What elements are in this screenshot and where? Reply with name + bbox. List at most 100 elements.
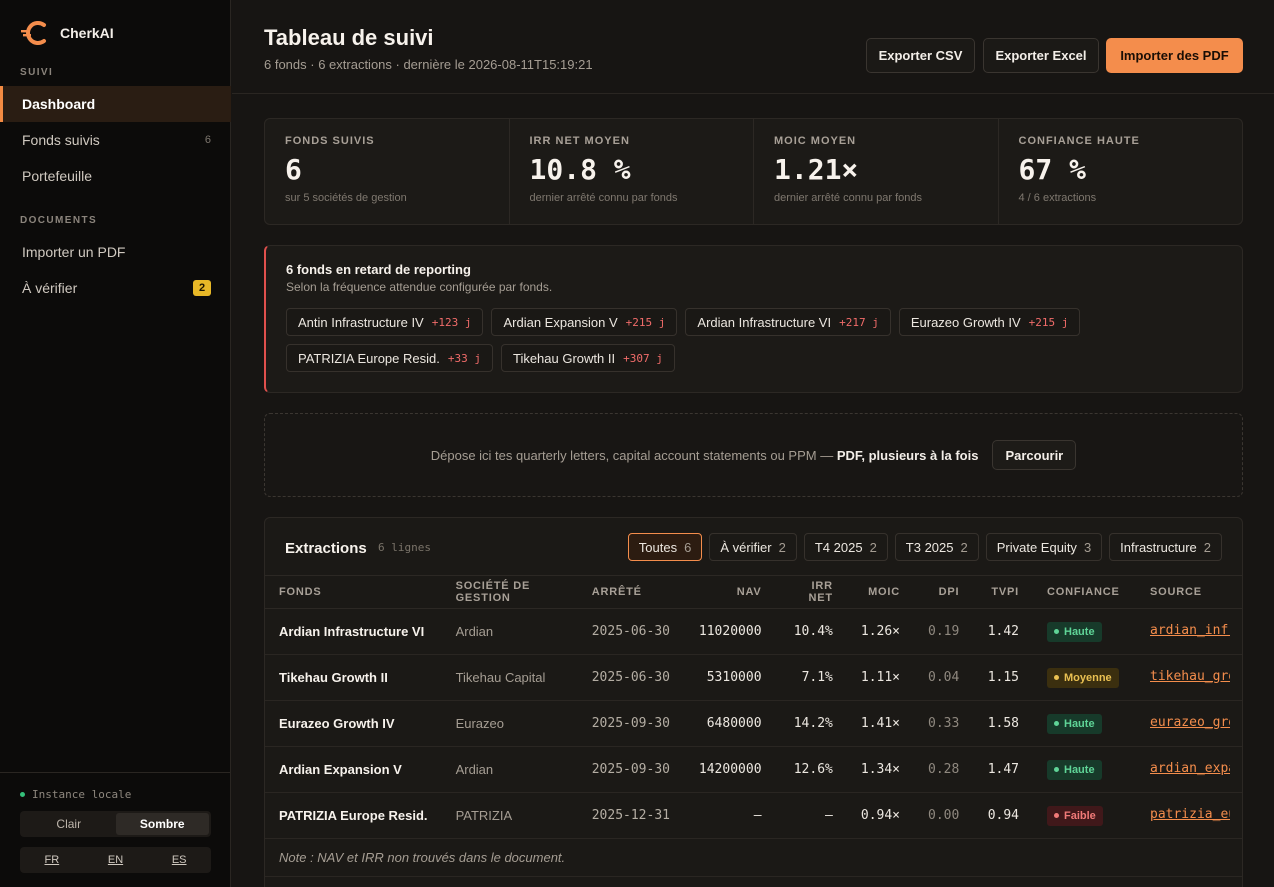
- source-link[interactable]: ardian_expansion: [1150, 761, 1230, 776]
- fund-delay-chip[interactable]: Antin Infrastructure IV +123 j: [286, 308, 484, 336]
- extractions-panel: Extractions 6 lignes Toutes 6 À vérifier 2…: [264, 517, 1243, 887]
- filter-t4-2025[interactable]: T4 2025 2: [803, 533, 888, 561]
- filter-toutes[interactable]: Toutes 6: [627, 533, 703, 561]
- source-link[interactable]: patrizia_europe: [1150, 807, 1230, 822]
- cell-moic: 0.94×: [846, 792, 915, 839]
- cherkai-logo-icon: [20, 20, 50, 46]
- cell-dpi: 0.28: [914, 746, 974, 793]
- pdf-dropzone[interactable]: Dépose ici tes quarterly letters, capita…: [264, 413, 1243, 497]
- theme-dark-button[interactable]: Sombre: [115, 813, 209, 835]
- source-link[interactable]: tikehau_growth: [1150, 669, 1230, 684]
- filter-t3-2025[interactable]: T3 2025 2: [894, 533, 979, 561]
- alert-title: 6 fonds en retard de reporting: [286, 262, 471, 277]
- browse-button[interactable]: Parcourir: [992, 440, 1077, 470]
- cell-fund: PATRIZIA Europe Resid.: [265, 792, 442, 839]
- sidebar-item-fonds-suivis[interactable]: Fonds suivis 6: [0, 122, 231, 158]
- dropzone-text: Dépose ici tes quarterly letters, capita…: [430, 447, 979, 463]
- kpi-label: IRR NET MOYEN: [529, 135, 630, 147]
- table-row[interactable]: Ardian Expansion V Ardian 2025-09-30 142000…: [265, 746, 1242, 793]
- cell-nav: 6480000: [684, 700, 776, 747]
- cell-tvpi: 0.94: [973, 792, 1033, 839]
- cell-irr: 10.4%: [775, 608, 847, 655]
- filter-infrastructure[interactable]: Infrastructure 2: [1109, 533, 1222, 561]
- chip-delay: +33 j: [447, 351, 481, 365]
- cell-irr: —: [775, 792, 847, 839]
- pending-count-badge: 2: [193, 280, 211, 296]
- fund-delay-chip[interactable]: PATRIZIA Europe Resid. +33 j: [286, 344, 493, 372]
- cell-confiance: Haute: [1033, 608, 1136, 655]
- fund-delay-chip[interactable]: Ardian Infrastructure VI +217 j: [685, 308, 891, 336]
- cell-source: tikehau_growth: [1136, 654, 1242, 701]
- filter-bar: Toutes 6 À vérifier 2 T4 2025 2 T3 2025 2 Pr…: [627, 533, 1222, 561]
- fund-delay-chip[interactable]: Tikehau Growth II +307 j: [500, 344, 675, 372]
- col-arrete[interactable]: ARRÊTÉ: [577, 575, 685, 609]
- table-row[interactable]: PATRIZIA Europe Resid. PATRIZIA 2025-12-31…: [265, 792, 1242, 839]
- brand[interactable]: CherkAI: [20, 20, 114, 46]
- page-header: Tableau de suivi 6 fonds · 6 extractions…: [232, 0, 1274, 94]
- fund-delay-chip[interactable]: Eurazeo Growth IV +215 j: [898, 308, 1081, 336]
- source-link[interactable]: eurazeo_growth: [1150, 715, 1230, 730]
- cell-moic: 1.41×: [846, 700, 915, 747]
- filter-a-verifier[interactable]: À vérifier 2: [709, 533, 797, 561]
- sidebar-item-a-verifier[interactable]: À vérifier 2: [0, 270, 231, 306]
- kpi-card: IRR NET MOYEN 10.8 % dernier arrêté conn…: [510, 119, 754, 224]
- sidebar-item-label: Portefeuille: [22, 168, 93, 184]
- kpi-sub: 4 / 6 extractions: [1018, 192, 1097, 204]
- confidence-dot-icon: [1054, 721, 1059, 726]
- confidence-badge: Haute: [1047, 713, 1102, 734]
- lang-fr-link[interactable]: FR: [20, 847, 84, 873]
- instance-status: Instance locale: [20, 788, 131, 801]
- sidebar-item-dashboard[interactable]: Dashboard: [0, 86, 231, 122]
- cell-irr: 7.1%: [775, 654, 847, 701]
- cell-moic: 1.26×: [846, 608, 915, 655]
- col-tvpi[interactable]: TVPI: [973, 575, 1033, 609]
- col-societe[interactable]: SOCIÉTÉ DE GESTION: [441, 575, 578, 609]
- theme-light-button[interactable]: Clair: [22, 813, 116, 835]
- status-dot-icon: [20, 792, 25, 797]
- page-title: Tableau de suivi: [264, 25, 434, 50]
- source-link[interactable]: ardian_infra_vi: [1150, 623, 1230, 638]
- cell-fund: Ardian Infrastructure VI: [265, 608, 442, 655]
- cell-fund: Tikehau Growth II: [265, 654, 442, 701]
- col-moic[interactable]: MOIC: [846, 575, 915, 609]
- sidebar-item-label: Dashboard: [22, 96, 96, 112]
- kpi-value: 67 %: [1018, 153, 1086, 186]
- col-fonds[interactable]: FONDS: [265, 575, 442, 609]
- lang-es-link[interactable]: ES: [147, 847, 211, 873]
- table-row[interactable]: Eurazeo Growth IV Eurazeo 2025-09-30 648000…: [265, 700, 1242, 747]
- cell-societe: PATRIZIA: [441, 792, 578, 839]
- col-source[interactable]: SOURCE: [1136, 575, 1242, 609]
- col-irr[interactable]: IRR NET: [775, 575, 847, 609]
- chip-fund-name: Eurazeo Growth IV: [910, 314, 1021, 330]
- table-header-row: FONDS SOCIÉTÉ DE GESTION ARRÊTÉ NAV IRR …: [265, 575, 1242, 609]
- chip-fund-name: Tikehau Growth II: [512, 350, 616, 366]
- chip-delay: +123 j: [431, 315, 472, 329]
- brand-name: CherkAI: [60, 25, 114, 41]
- table-row[interactable]: Ardian Infrastructure VI Ardian 2025-06-30…: [265, 608, 1242, 655]
- confidence-badge: Faible: [1047, 805, 1103, 826]
- export-csv-button[interactable]: Exporter CSV: [866, 38, 975, 73]
- section-label-documents: DOCUMENTS: [20, 215, 98, 226]
- alert-subtitle: Selon la fréquence attendue configurée p…: [286, 280, 553, 294]
- cell-societe: Ardian: [441, 608, 578, 655]
- cell-date: 2025-06-30: [577, 608, 685, 655]
- filter-private-equity[interactable]: Private Equity 3: [985, 533, 1103, 561]
- kpi-label: FONDS SUIVIS: [285, 135, 375, 147]
- kpi-card: FONDS SUIVIS 6 sur 5 sociétés de gestion: [265, 119, 510, 224]
- cell-source: eurazeo_growth: [1136, 700, 1242, 747]
- col-dpi[interactable]: DPI: [914, 575, 974, 609]
- confidence-dot-icon: [1054, 813, 1059, 818]
- col-nav[interactable]: NAV: [684, 575, 776, 609]
- table-row[interactable]: Tikehau Growth II Tikehau Capital 2025-06-…: [265, 654, 1242, 701]
- import-pdf-button[interactable]: Importer des PDF: [1106, 38, 1243, 73]
- kpi-summary: FONDS SUIVIS 6 sur 5 sociétés de gestion…: [264, 118, 1243, 225]
- cell-tvpi: 1.42: [973, 608, 1033, 655]
- kpi-value: 1.21×: [774, 153, 859, 186]
- sidebar-item-portefeuille[interactable]: Portefeuille: [0, 158, 231, 194]
- lang-en-link[interactable]: EN: [84, 847, 148, 873]
- cell-moic: 1.34×: [846, 746, 915, 793]
- fund-delay-chip[interactable]: Ardian Expansion V +215 j: [491, 308, 678, 336]
- sidebar-item-importer-pdf[interactable]: Importer un PDF: [0, 234, 231, 270]
- col-confiance[interactable]: CONFIANCE: [1033, 575, 1136, 609]
- export-excel-button[interactable]: Exporter Excel: [983, 38, 1099, 73]
